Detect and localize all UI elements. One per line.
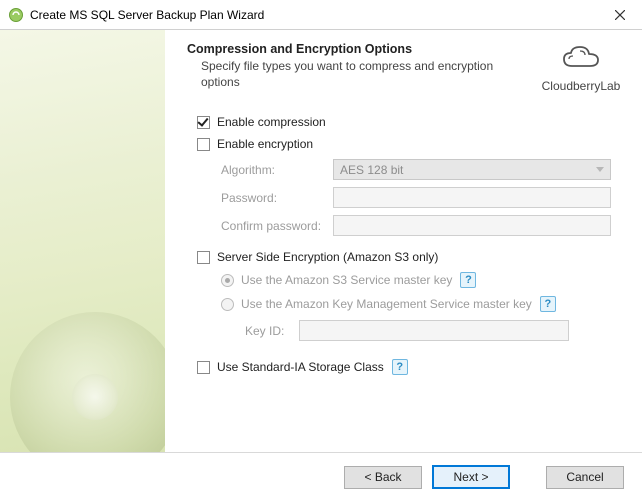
key-id-label: Key ID: [245, 324, 299, 338]
sse-master-row: Use the Amazon S3 Service master key ? [221, 272, 626, 288]
close-button[interactable] [597, 0, 642, 30]
enable-encryption-row: Enable encryption [197, 137, 626, 151]
sse-row: Server Side Encryption (Amazon S3 only) [197, 250, 626, 264]
title-bar: Create MS SQL Server Backup Plan Wizard [0, 0, 642, 30]
key-id-row: Key ID: [245, 320, 626, 341]
wizard-sidebar [0, 30, 165, 452]
help-icon[interactable]: ? [540, 296, 556, 312]
sse-label: Server Side Encryption (Amazon S3 only) [217, 250, 438, 264]
wizard-footer: < Back Next > Cancel [0, 453, 642, 501]
cancel-button[interactable]: Cancel [546, 466, 624, 489]
wizard-main: Compression and Encryption Options Speci… [165, 30, 642, 452]
standard-ia-checkbox[interactable] [197, 361, 210, 374]
confirm-password-label: Confirm password: [221, 219, 333, 233]
enable-encryption-checkbox[interactable] [197, 138, 210, 151]
standard-ia-label: Use Standard-IA Storage Class [217, 360, 384, 374]
sse-subsection: Use the Amazon S3 Service master key ? U… [221, 272, 626, 341]
password-label: Password: [221, 191, 333, 205]
help-icon[interactable]: ? [460, 272, 476, 288]
help-icon[interactable]: ? [392, 359, 408, 375]
disc-graphic-inner [72, 374, 118, 420]
sse-kms-label: Use the Amazon Key Management Service ma… [241, 297, 532, 311]
app-icon [8, 7, 24, 23]
standard-ia-row: Use Standard-IA Storage Class ? [197, 359, 626, 375]
next-button[interactable]: Next > [432, 465, 510, 489]
confirm-password-row: Confirm password: [221, 215, 626, 236]
step-subtitle: Specify file types you want to compress … [201, 58, 501, 90]
chevron-down-icon [596, 167, 604, 172]
encryption-subsection: Algorithm: AES 128 bit Password: Confirm… [221, 159, 626, 236]
enable-compression-checkbox[interactable] [197, 116, 210, 129]
close-icon [615, 10, 625, 20]
sse-checkbox[interactable] [197, 251, 210, 264]
sse-master-radio[interactable] [221, 274, 234, 287]
algorithm-select[interactable]: AES 128 bit [333, 159, 611, 180]
algorithm-label: Algorithm: [221, 163, 333, 177]
enable-compression-label: Enable compression [217, 115, 326, 129]
options-form: Enable compression Enable encryption Alg… [197, 115, 626, 375]
step-title: Compression and Encryption Options [187, 42, 526, 56]
sse-kms-radio[interactable] [221, 298, 234, 311]
confirm-password-input[interactable] [333, 215, 611, 236]
brand-block: CloudberryLab [536, 42, 626, 93]
back-button[interactable]: < Back [344, 466, 422, 489]
sse-kms-row: Use the Amazon Key Management Service ma… [221, 296, 626, 312]
body: Compression and Encryption Options Speci… [0, 30, 642, 453]
password-input[interactable] [333, 187, 611, 208]
enable-compression-row: Enable compression [197, 115, 626, 129]
brand-name: CloudberryLab [536, 79, 626, 93]
window-title: Create MS SQL Server Backup Plan Wizard [30, 8, 597, 22]
algorithm-value: AES 128 bit [340, 163, 403, 177]
step-header: Compression and Encryption Options Speci… [187, 42, 626, 93]
password-row: Password: [221, 187, 626, 208]
algorithm-row: Algorithm: AES 128 bit [221, 159, 626, 180]
enable-encryption-label: Enable encryption [217, 137, 313, 151]
cloud-icon [558, 42, 604, 74]
key-id-input[interactable] [299, 320, 569, 341]
sse-master-label: Use the Amazon S3 Service master key [241, 273, 452, 287]
